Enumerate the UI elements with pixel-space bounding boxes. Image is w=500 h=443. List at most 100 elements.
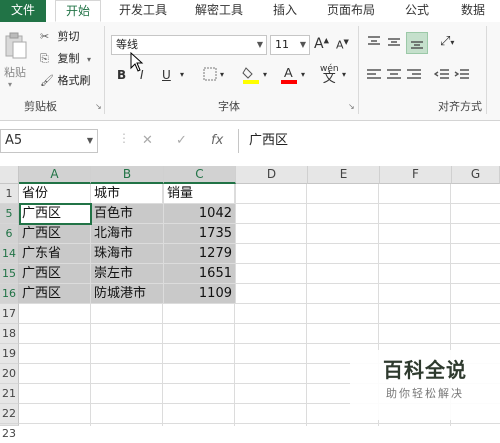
decrease-indent-button[interactable]	[433, 68, 450, 85]
cell-C5[interactable]: 1042	[164, 204, 236, 224]
tab-developer[interactable]: 开发工具	[110, 0, 176, 22]
cell-A5[interactable]: 广西区	[19, 204, 91, 224]
cell-A16[interactable]: 广西区	[19, 284, 91, 304]
paste-icon[interactable]	[4, 32, 28, 60]
chevron-down-icon: ▼	[86, 136, 93, 145]
row-header[interactable]: 18	[0, 324, 19, 344]
group-separator	[358, 26, 359, 114]
underline-button[interactable]: U	[162, 68, 171, 82]
underline-dropdown-icon[interactable]: ▾	[180, 70, 184, 79]
orientation-button[interactable]: ⤢▾	[440, 34, 454, 49]
row-header[interactable]: 1	[0, 184, 19, 204]
cell-C6[interactable]: 1735	[164, 224, 236, 244]
tab-home[interactable]: 开始	[55, 0, 101, 22]
format-painter-label: 格式刷	[57, 74, 91, 87]
column-header[interactable]: G	[452, 166, 500, 184]
align-right-button[interactable]	[406, 68, 422, 85]
row-header[interactable]: 17	[0, 304, 19, 324]
cell-C16[interactable]: 1109	[164, 284, 236, 304]
group-separator	[486, 26, 487, 114]
alignment-group-label: 对齐方式	[438, 100, 482, 113]
insert-function-icon[interactable]: fx	[211, 133, 223, 148]
chevron-down-icon: ▼	[256, 40, 263, 49]
align-center-button[interactable]	[386, 68, 402, 85]
row-header[interactable]: 19	[0, 344, 19, 364]
grow-font-button[interactable]: A▲	[314, 36, 329, 52]
paste-button-label[interactable]: 粘贴	[4, 64, 26, 80]
row-header[interactable]: 15	[0, 264, 19, 284]
font-color-icon: A	[281, 65, 297, 84]
enter-icon[interactable]: ✓	[176, 133, 187, 148]
copy-label: 复制	[57, 52, 80, 65]
cell-A6[interactable]: 广西区	[19, 224, 91, 244]
shrink-font-button[interactable]: A▼	[336, 38, 349, 52]
tab-page-layout[interactable]: 页面布局	[318, 0, 384, 22]
select-all-button[interactable]	[0, 166, 19, 184]
cell-B6[interactable]: 北海市	[91, 224, 164, 244]
watermark-subtitle: 助你轻松解决	[386, 387, 464, 400]
cell-A1[interactable]: 省份	[19, 184, 91, 204]
cell-B1[interactable]: 城市	[91, 184, 164, 204]
cancel-icon[interactable]: ✕	[142, 133, 153, 148]
formula-input[interactable]: 广西区	[238, 129, 500, 153]
paste-dropdown-icon[interactable]: ▾	[8, 80, 12, 89]
cell-B15[interactable]: 崇左市	[91, 264, 164, 284]
phonetic-guide-button[interactable]: wén 文	[320, 64, 339, 85]
format-painter-button[interactable]: 🖌 格式刷	[40, 72, 91, 90]
column-header[interactable]: B	[91, 166, 164, 184]
cell-B14[interactable]: 珠海市	[91, 244, 164, 264]
bold-button[interactable]: B	[117, 68, 126, 82]
name-box[interactable]: A5 ▼	[0, 129, 98, 153]
column-header[interactable]: E	[308, 166, 380, 184]
cut-label: 剪切	[57, 30, 80, 43]
row-header[interactable]: 22	[0, 404, 19, 424]
align-left-button[interactable]	[366, 68, 382, 85]
border-dropdown-icon[interactable]: ▾	[220, 70, 224, 79]
tab-formulas[interactable]: 公式	[394, 0, 440, 22]
copy-button[interactable]: ⎘ 复制 ▾	[40, 50, 91, 68]
tab-data[interactable]: 数据	[450, 0, 496, 22]
column-header[interactable]: D	[236, 166, 308, 184]
cell-B16[interactable]: 防城港市	[91, 284, 164, 304]
cell-A14[interactable]: 广东省	[19, 244, 91, 264]
cell-A15[interactable]: 广西区	[19, 264, 91, 284]
font-color-dropdown-icon[interactable]: ▾	[301, 70, 305, 79]
align-bottom-button[interactable]	[406, 32, 428, 54]
row-header[interactable]: 20	[0, 364, 19, 384]
cut-button[interactable]: ✂ 剪切	[40, 28, 80, 46]
align-middle-button[interactable]	[386, 34, 402, 53]
row-header[interactable]: 16	[0, 284, 19, 304]
align-top-button[interactable]	[366, 34, 382, 53]
row-header[interactable]: 14	[0, 244, 19, 264]
italic-button[interactable]: I	[140, 68, 144, 82]
formula-bar: A5 ▼ ⋮ ✕ ✓ fx 广西区	[0, 125, 500, 157]
font-launcher-icon[interactable]: ↘	[348, 102, 355, 111]
row-header[interactable]: 21	[0, 384, 19, 404]
font-size-combobox[interactable]: 11 ▼	[270, 35, 310, 55]
group-separator	[104, 26, 105, 114]
increase-indent-button[interactable]	[454, 68, 470, 85]
font-color-button[interactable]: A	[280, 64, 298, 87]
copy-icon: ⎘	[40, 52, 49, 65]
row-header[interactable]: 5	[0, 204, 19, 224]
cell-B5[interactable]: 百色市	[91, 204, 164, 224]
border-button[interactable]	[203, 67, 217, 84]
clipboard-launcher-icon[interactable]: ↘	[95, 102, 102, 111]
tab-insert[interactable]: 插入	[262, 0, 308, 22]
row-header[interactable]: 6	[0, 224, 19, 244]
tab-decrypt-tools[interactable]: 解密工具	[186, 0, 252, 22]
column-header[interactable]: C	[164, 166, 236, 184]
name-box-value: A5	[5, 133, 23, 148]
cell-C14[interactable]: 1279	[164, 244, 236, 264]
watermark: 百科全说 助你轻松解决	[350, 350, 500, 420]
fill-color-button[interactable]	[242, 64, 260, 87]
column-header[interactable]: F	[380, 166, 452, 184]
column-header[interactable]: A	[19, 166, 91, 184]
ribbon: 粘贴 ▾ ✂ 剪切 ⎘ 复制 ▾ 🖌 格式刷 剪贴板 ↘ 等线 ▼ 11 ▼ A…	[0, 22, 500, 121]
copy-dropdown-icon[interactable]: ▾	[87, 55, 91, 64]
tab-file[interactable]: 文件	[0, 0, 46, 22]
cell-C1[interactable]: 销量	[164, 184, 236, 204]
phonetic-dropdown-icon[interactable]: ▾	[342, 70, 346, 79]
fill-dropdown-icon[interactable]: ▾	[263, 70, 267, 79]
cell-C15[interactable]: 1651	[164, 264, 236, 284]
